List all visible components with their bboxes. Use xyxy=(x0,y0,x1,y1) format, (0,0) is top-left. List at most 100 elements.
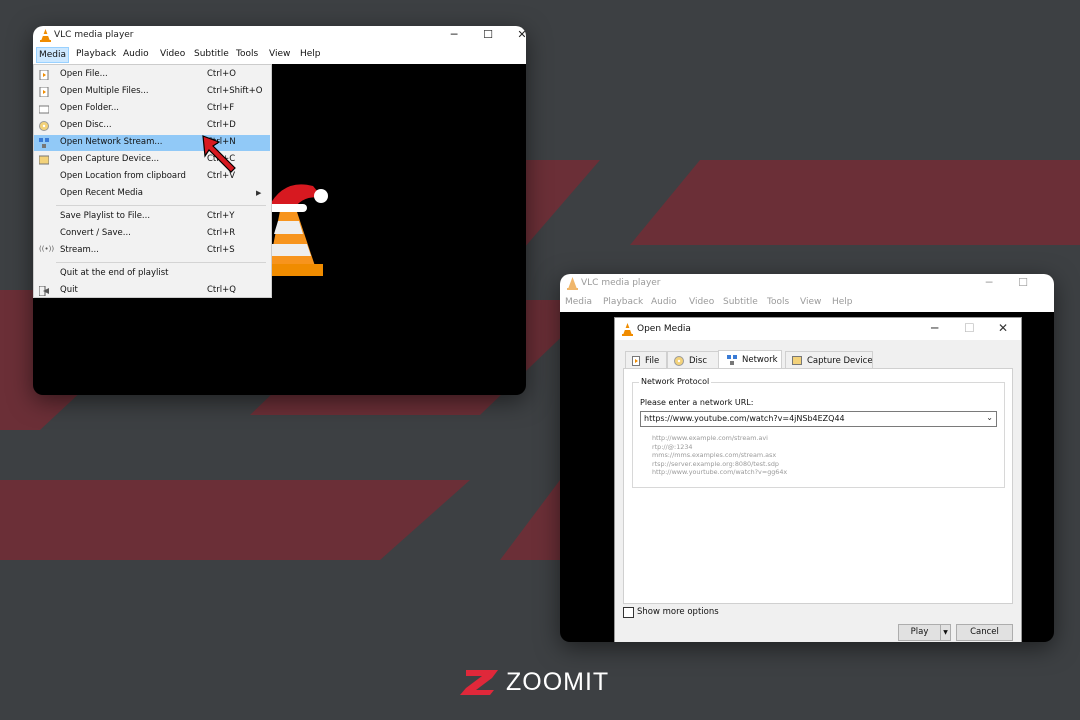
menu-item-shortcut: Ctrl+D xyxy=(207,120,236,130)
menu-media[interactable]: Media xyxy=(36,47,70,63)
quit-icon xyxy=(39,286,49,296)
menu-video[interactable]: Video xyxy=(689,297,714,307)
tab-label: Network xyxy=(742,355,778,365)
network-protocol-group: Network Protocol Please enter a network … xyxy=(632,377,1005,488)
menu-item-label: Quit xyxy=(60,285,78,295)
menu-help[interactable]: Help xyxy=(300,49,321,59)
capture-icon xyxy=(792,356,802,365)
menu-view[interactable]: View xyxy=(269,49,290,59)
menu-item-open-multiple-files[interactable]: Open Multiple Files... Ctrl+Shift+O xyxy=(34,84,270,100)
menu-item-quit[interactable]: Quit Ctrl+Q xyxy=(34,283,270,299)
menu-item-shortcut: Ctrl+S xyxy=(207,245,235,255)
example-url: mms://mms.examples.com/stream.asx xyxy=(652,451,777,460)
menu-item-open-folder[interactable]: Open Folder... Ctrl+F xyxy=(34,101,270,117)
menu-item-open-recent-media[interactable]: Open Recent Media ▶ xyxy=(34,186,270,202)
window-title: VLC media player xyxy=(54,30,134,40)
open-media-dialog: Open Media ─ ☐ ✕ File Disc Network Captu… xyxy=(614,317,1022,642)
vlc-secondary-window: VLC media player ─ ☐ Media Playback Audi… xyxy=(560,274,1054,642)
menu-item-label: Quit at the end of playlist xyxy=(60,268,169,278)
maximize-button[interactable]: ☐ xyxy=(480,28,496,41)
menu-item-label: Convert / Save... xyxy=(60,228,131,238)
url-value: https://www.youtube.com/watch?v=4jNSb4EZ… xyxy=(644,414,845,423)
pointer-arrow-icon xyxy=(202,135,236,173)
menu-playback[interactable]: Playback xyxy=(76,49,116,59)
menu-media[interactable]: Media xyxy=(565,297,592,307)
menu-item-stream[interactable]: ((•)) Stream... Ctrl+S xyxy=(34,243,270,259)
example-url: rtsp://server.example.org:8080/test.sdp xyxy=(652,459,779,468)
menu-bar: Media Playback Audio Video Subtitle Tool… xyxy=(560,294,1054,312)
dialog-title: Open Media xyxy=(637,324,691,334)
vlc-cone-illustration xyxy=(263,184,328,276)
menu-subtitle[interactable]: Subtitle xyxy=(723,297,758,307)
title-bar: VLC media player ─ ☐ ✕ xyxy=(33,26,526,46)
menu-video[interactable]: Video xyxy=(160,49,185,59)
show-more-options-label: Show more options xyxy=(637,607,719,617)
group-label: Network Protocol xyxy=(639,377,712,386)
cancel-button[interactable]: Cancel xyxy=(956,624,1013,641)
maximize-button[interactable]: ☐ xyxy=(1015,276,1031,289)
dialog-title-bar: Open Media ─ ☐ ✕ xyxy=(615,318,1021,340)
vlc-cone-icon xyxy=(40,29,51,42)
title-bar: VLC media player ─ ☐ xyxy=(560,274,1054,294)
menu-view[interactable]: View xyxy=(800,297,821,307)
menu-separator xyxy=(56,262,266,263)
network-panel: Network Protocol Please enter a network … xyxy=(623,368,1013,604)
vlc-main-window: VLC media player ─ ☐ ✕ Media Playback Au… xyxy=(33,26,526,395)
vlc-cone-icon xyxy=(622,323,633,336)
disc-icon xyxy=(39,121,49,131)
menu-item-label: Save Playlist to File... xyxy=(60,211,151,221)
folder-icon xyxy=(39,105,49,114)
menu-separator xyxy=(56,205,266,206)
files-icon xyxy=(39,87,49,97)
play-button[interactable]: Play ▼ xyxy=(898,624,951,641)
menu-item-label: Open Network Stream... xyxy=(60,137,163,147)
maximize-button[interactable]: ☐ xyxy=(964,321,975,335)
menu-item-label: Open Folder... xyxy=(60,103,119,113)
menu-item-save-playlist[interactable]: Save Playlist to File... Ctrl+Y xyxy=(34,209,270,225)
menu-item-shortcut: Ctrl+Y xyxy=(207,211,235,221)
menu-item-quit-end-playlist[interactable]: Quit at the end of playlist xyxy=(34,266,270,282)
menu-help[interactable]: Help xyxy=(832,297,853,307)
menu-item-label: Open Multiple Files... xyxy=(60,86,149,96)
menu-item-shortcut: Ctrl+F xyxy=(207,103,235,113)
minimize-button[interactable]: ─ xyxy=(981,276,997,289)
network-icon xyxy=(727,355,737,365)
menu-item-label: Open Disc... xyxy=(60,120,112,130)
menu-audio[interactable]: Audio xyxy=(651,297,677,307)
example-url: rtp://@:1234 xyxy=(652,442,693,451)
menu-tools[interactable]: Tools xyxy=(767,297,789,307)
close-button[interactable]: ✕ xyxy=(998,321,1008,335)
tab-label: Disc xyxy=(689,356,708,366)
show-more-options-checkbox[interactable] xyxy=(623,607,634,618)
tab-disc[interactable]: Disc xyxy=(667,351,719,369)
chevron-down-icon[interactable]: ⌄ xyxy=(986,413,993,422)
network-icon xyxy=(39,138,49,148)
window-title: VLC media player xyxy=(581,278,661,288)
play-dropdown-arrow-icon[interactable]: ▼ xyxy=(940,625,950,640)
vlc-cone-icon xyxy=(567,277,578,290)
tab-file[interactable]: File xyxy=(625,351,667,369)
menu-item-label: Open File... xyxy=(60,69,108,79)
tab-network[interactable]: Network xyxy=(718,350,782,369)
menu-item-shortcut: Ctrl+O xyxy=(207,69,236,79)
tab-capture-device[interactable]: Capture Device xyxy=(785,351,873,369)
menu-item-open-file[interactable]: Open File... Ctrl+O xyxy=(34,67,270,83)
capture-icon xyxy=(39,155,49,165)
minimize-button[interactable]: ─ xyxy=(931,321,938,335)
menu-item-label: Stream... xyxy=(60,245,99,255)
url-examples: http://www.example.com/stream.avi rtp://… xyxy=(652,434,787,477)
submenu-arrow-icon: ▶ xyxy=(256,189,262,197)
minimize-button[interactable]: ─ xyxy=(446,28,462,41)
menu-item-open-disc[interactable]: Open Disc... Ctrl+D xyxy=(34,118,270,134)
media-menu-dropdown: Open File... Ctrl+O Open Multiple Files.… xyxy=(33,64,272,298)
menu-tools[interactable]: Tools xyxy=(236,49,258,59)
file-icon xyxy=(39,70,49,80)
close-button[interactable]: ✕ xyxy=(514,28,526,41)
menu-playback[interactable]: Playback xyxy=(603,297,643,307)
menu-item-label: Open Recent Media xyxy=(60,188,144,198)
menu-audio[interactable]: Audio xyxy=(123,49,149,59)
menu-item-convert-save[interactable]: Convert / Save... Ctrl+R xyxy=(34,226,270,242)
network-url-combobox[interactable]: https://www.youtube.com/watch?v=4jNSb4EZ… xyxy=(640,411,997,427)
menu-item-shortcut: Ctrl+Q xyxy=(207,285,236,295)
menu-subtitle[interactable]: Subtitle xyxy=(194,49,229,59)
